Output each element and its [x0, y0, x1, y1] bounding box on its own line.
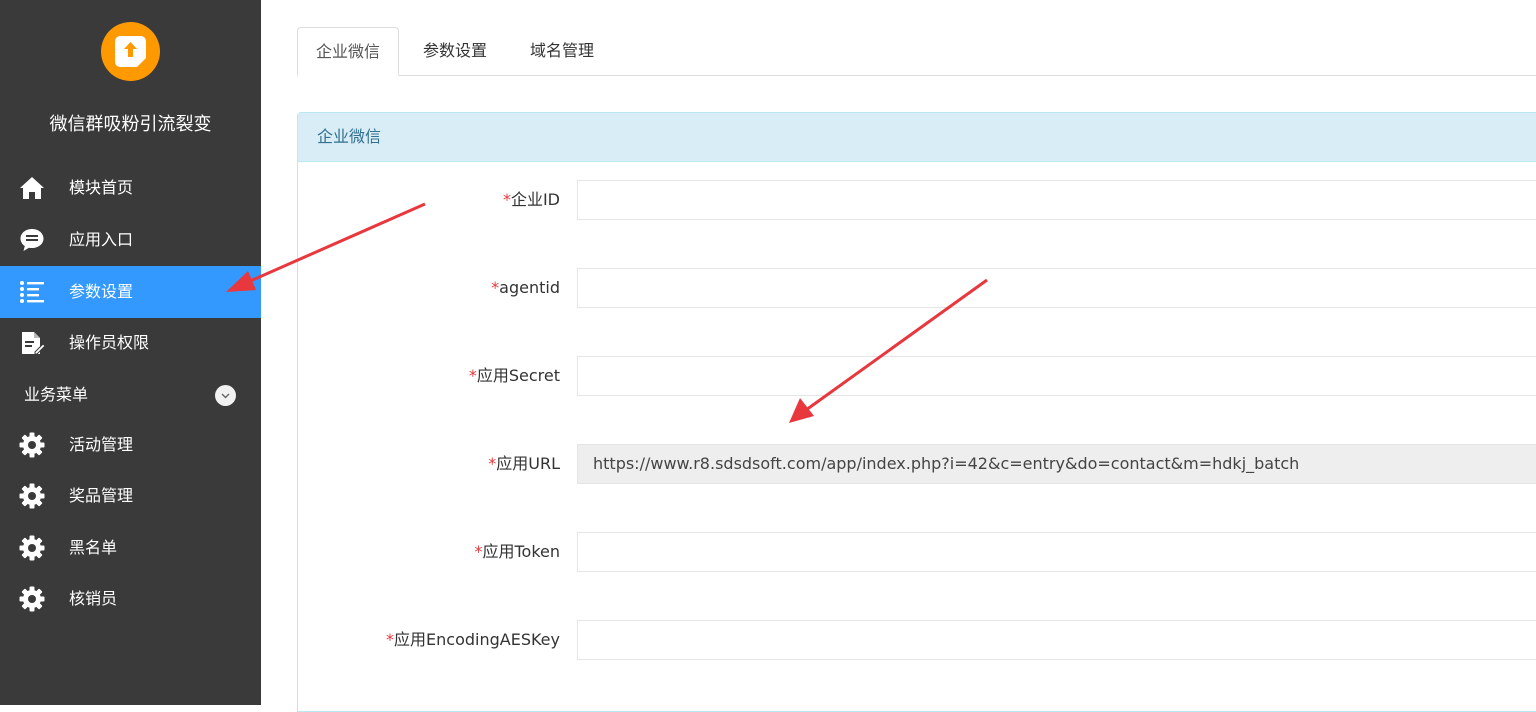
- panel-title: 企业微信: [298, 113, 1536, 162]
- app-title: 微信群吸粉引流裂变: [49, 114, 212, 135]
- sidebar-item-label: 活动管理: [69, 435, 134, 454]
- gear-icon: [19, 586, 45, 612]
- app-logo-icon: [101, 22, 160, 81]
- gear-icon: [19, 483, 45, 509]
- list-icon: [19, 279, 45, 305]
- business-menu-header[interactable]: 业务菜单: [0, 369, 261, 421]
- sidebar-item-verifier[interactable]: 核销员: [0, 573, 261, 625]
- app-secret-input[interactable]: [577, 356, 1536, 396]
- chevron-down-icon[interactable]: [215, 385, 236, 406]
- chat-bubble-icon: [19, 227, 45, 253]
- business-menu-label: 业务菜单: [24, 385, 89, 404]
- tab-enterprise-wechat[interactable]: 企业微信: [297, 27, 400, 76]
- sidebar-item-module-home[interactable]: 模块首页: [0, 162, 261, 214]
- sidebar-item-label: 参数设置: [69, 282, 134, 301]
- app-secret-label: *应用Secret: [468, 366, 560, 385]
- sidebar-item-prize-management[interactable]: 奖品管理: [0, 470, 261, 522]
- sidebar-item-label: 操作员权限: [69, 333, 150, 352]
- sidebar: 微信群吸粉引流裂变 模块首页 应用入口 参数设置 操作员权限 业务菜单 活动管理…: [0, 0, 261, 705]
- corp-id-label: *企业ID: [502, 190, 560, 209]
- required-mark: *: [502, 190, 511, 209]
- agentid-label: *agentid: [491, 278, 560, 297]
- tab-bar: 企业微信 参数设置 域名管理: [297, 27, 1536, 76]
- corp-id-input[interactable]: [577, 180, 1536, 220]
- encoding-aes-key-input[interactable]: [577, 620, 1536, 660]
- app-url-label: *应用URL: [488, 454, 560, 473]
- agentid-input[interactable]: [577, 268, 1536, 308]
- gear-icon: [19, 432, 45, 458]
- app-token-input[interactable]: [577, 532, 1536, 572]
- encoding-aes-key-label: *应用EncodingAESKey: [386, 630, 560, 649]
- sidebar-item-app-entry[interactable]: 应用入口: [0, 214, 261, 266]
- app-url-field[interactable]: https://www.r8.sdsdsoft.com/app/index.ph…: [577, 444, 1536, 484]
- sidebar-item-operator-permissions[interactable]: 操作员权限: [0, 317, 261, 369]
- required-mark: *: [386, 630, 395, 649]
- sidebar-item-param-settings[interactable]: 参数设置: [0, 266, 261, 318]
- sidebar-item-blacklist[interactable]: 黑名单: [0, 522, 261, 574]
- sidebar-item-label: 核销员: [69, 589, 118, 608]
- required-mark: *: [491, 278, 500, 297]
- required-mark: *: [468, 366, 477, 385]
- app-token-label: *应用Token: [474, 542, 560, 561]
- sidebar-item-label: 应用入口: [69, 230, 134, 249]
- tab-domain-management[interactable]: 域名管理: [512, 27, 612, 75]
- sidebar-item-label: 黑名单: [69, 538, 118, 557]
- home-icon: [19, 175, 45, 201]
- sidebar-item-label: 模块首页: [69, 178, 134, 197]
- document-edit-icon: [19, 330, 46, 356]
- gear-icon: [19, 535, 45, 561]
- sidebar-item-label: 奖品管理: [69, 486, 134, 505]
- tab-param-settings[interactable]: 参数设置: [405, 27, 505, 75]
- sidebar-item-activity-management[interactable]: 活动管理: [0, 419, 261, 471]
